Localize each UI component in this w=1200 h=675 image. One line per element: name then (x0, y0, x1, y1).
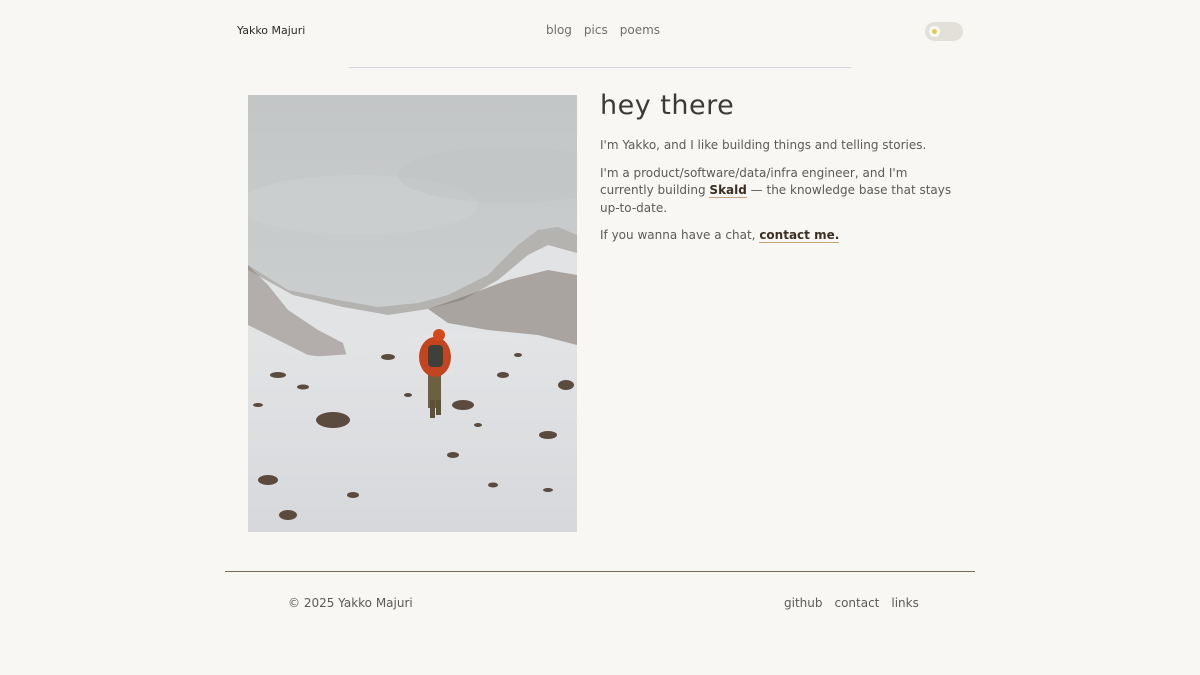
footer-divider (225, 571, 975, 572)
footer-link-github[interactable]: github (784, 596, 822, 610)
nav-link-pics[interactable]: pics (584, 23, 608, 37)
header-divider (349, 67, 851, 68)
theme-toggle[interactable] (925, 22, 963, 41)
intro-paragraph-2: I'm a product/software/data/infra engine… (600, 165, 960, 218)
footer-copyright: © 2025 Yakko Majuri (288, 596, 413, 610)
intro-section: hey there I'm Yakko, and I like building… (600, 88, 960, 255)
footer-link-links[interactable]: links (891, 596, 918, 610)
intro-paragraph-3-text: If you wanna have a chat, (600, 228, 760, 242)
nav-link-poems[interactable]: poems (620, 23, 660, 37)
intro-paragraph-3: If you wanna have a chat, contact me. (600, 227, 960, 245)
hero-photo (248, 95, 577, 532)
intro-paragraph-1: I'm Yakko, and I like building things an… (600, 138, 927, 152)
footer-links: github contact links (784, 596, 919, 610)
skald-link[interactable]: Skald (709, 183, 747, 198)
sun-icon (932, 29, 937, 34)
page: Yakko Majuri blog pics poems hey there I… (0, 0, 1200, 675)
main-nav: blog pics poems (546, 23, 660, 37)
site-name-link[interactable]: Yakko Majuri (237, 24, 305, 37)
contact-me-link[interactable]: contact me. (759, 228, 840, 243)
toggle-knob (929, 26, 940, 37)
nav-link-blog[interactable]: blog (546, 23, 572, 37)
footer-link-contact[interactable]: contact (834, 596, 879, 610)
hiker-photo-illustration (248, 95, 577, 532)
page-title: hey there (600, 90, 735, 121)
